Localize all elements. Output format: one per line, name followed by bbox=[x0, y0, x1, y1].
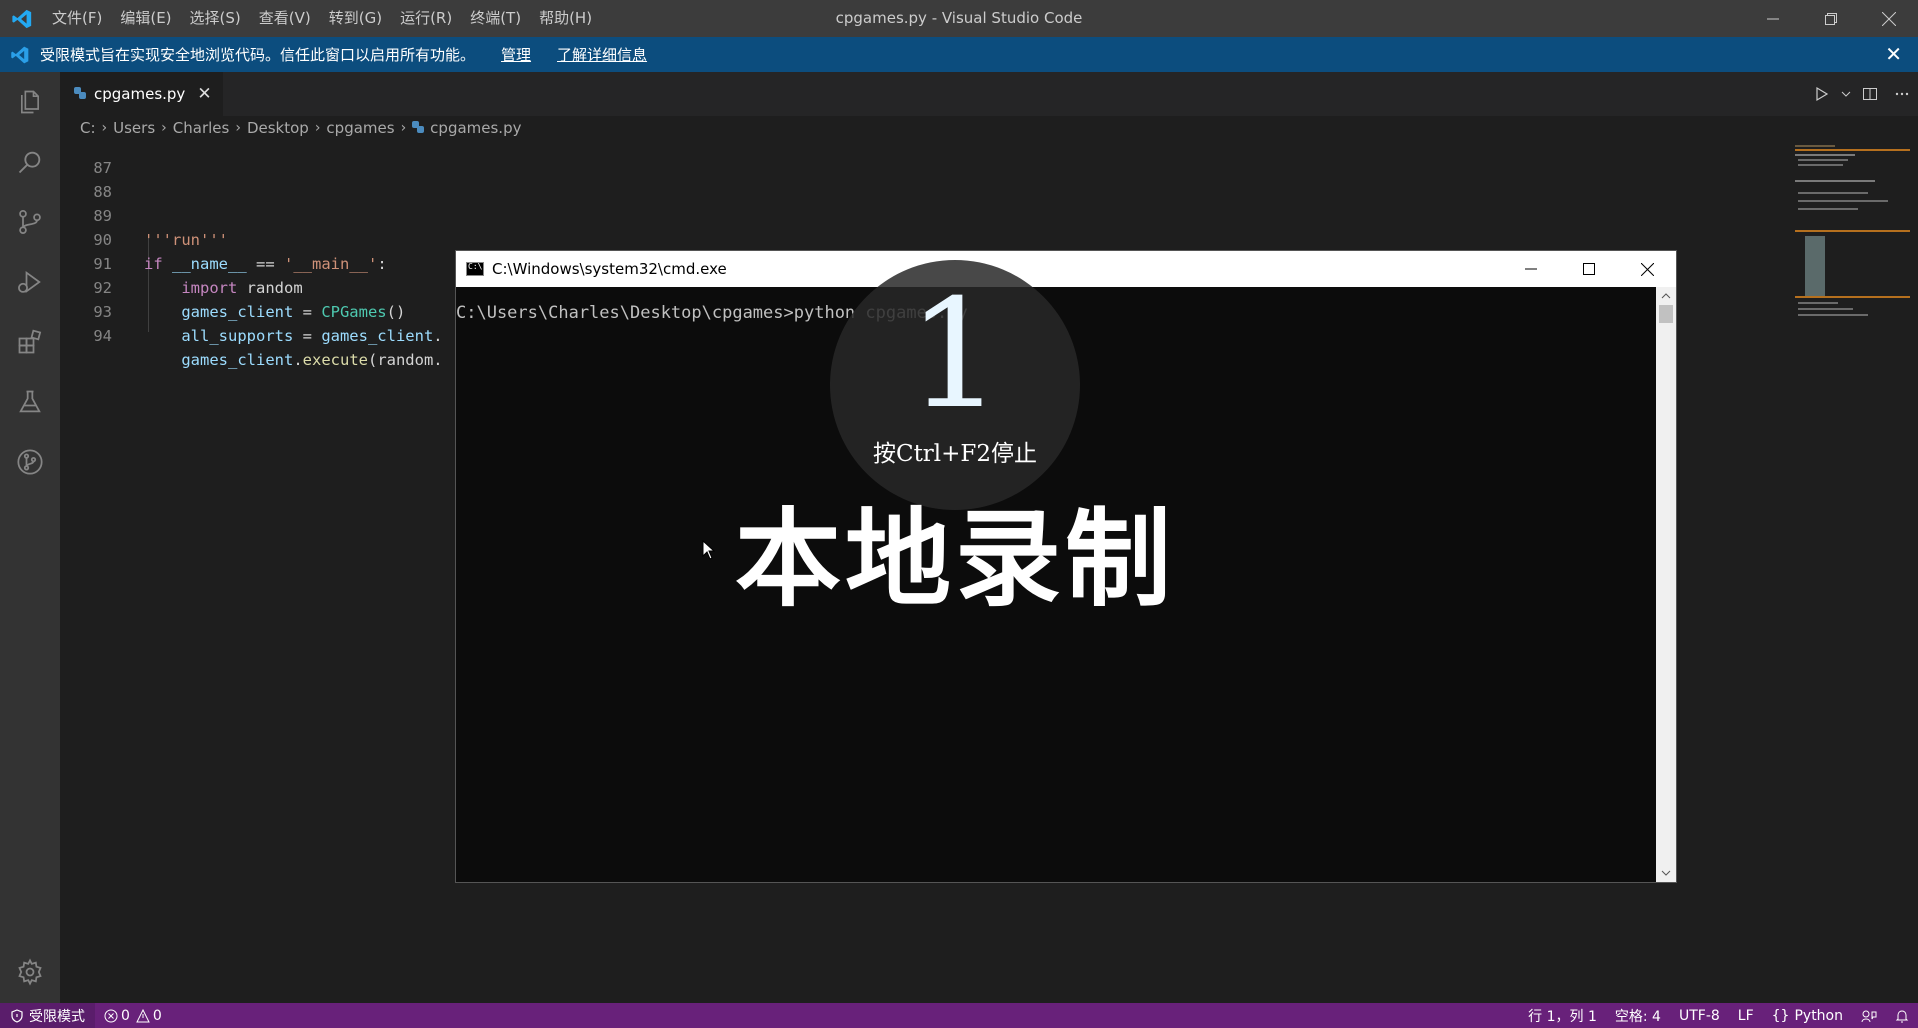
editor-actions bbox=[1806, 72, 1918, 116]
cmd-window-controls bbox=[1502, 251, 1676, 287]
tab-cpgames[interactable]: cpgames.py ✕ bbox=[60, 72, 223, 116]
code-line: 88 bbox=[60, 156, 1760, 201]
minimap-line bbox=[1795, 296, 1910, 298]
menu-terminal[interactable]: 终端(T) bbox=[461, 0, 530, 37]
run-dropdown-chevron-icon[interactable] bbox=[1838, 72, 1854, 116]
activity-bar bbox=[0, 72, 60, 1003]
code-text: games_client.execute(random. bbox=[181, 351, 443, 369]
split-editor-icon[interactable] bbox=[1854, 72, 1886, 116]
language-mode[interactable]: {} Python bbox=[1763, 1003, 1852, 1028]
encoding-status[interactable]: UTF-8 bbox=[1670, 1003, 1729, 1028]
source-control-icon[interactable] bbox=[0, 192, 60, 252]
minimap-block bbox=[1805, 236, 1825, 296]
code-text: all_supports = games_client. bbox=[181, 327, 443, 345]
tab-label: cpgames.py bbox=[94, 85, 186, 103]
cmd-title: C:\Windows\system32\cmd.exe bbox=[492, 260, 727, 278]
cmd-scroll-thumb[interactable] bbox=[1659, 305, 1673, 323]
shield-icon bbox=[11, 1008, 23, 1023]
cursor-position[interactable]: 行 1，列 1 bbox=[1519, 1003, 1606, 1028]
minimap-line bbox=[1798, 208, 1858, 210]
scroll-up-arrow-icon[interactable] bbox=[1656, 289, 1676, 303]
line-number: 94 bbox=[93, 327, 112, 345]
minimap-line bbox=[1798, 200, 1888, 202]
menu-view[interactable]: 查看(V) bbox=[250, 0, 320, 37]
python-file-icon bbox=[74, 85, 86, 103]
eol-status[interactable]: LF bbox=[1729, 1003, 1763, 1028]
minimap-line bbox=[1798, 159, 1848, 161]
code-line: 87 bbox=[60, 132, 1760, 177]
code-line: 89 '''run''' bbox=[60, 180, 1760, 249]
notifications-bell-icon[interactable] bbox=[1886, 1003, 1918, 1028]
local-recording-label: 本地录制 bbox=[735, 498, 1175, 621]
restore-button[interactable] bbox=[1802, 0, 1860, 37]
menu-selection[interactable]: 选择(S) bbox=[181, 0, 250, 37]
banner-close-icon[interactable]: ✕ bbox=[1885, 37, 1902, 72]
tab-close-icon[interactable]: ✕ bbox=[197, 84, 211, 104]
feedback-icon[interactable] bbox=[1852, 1003, 1886, 1028]
cmd-close-button[interactable] bbox=[1618, 251, 1676, 287]
cmd-minimize-button[interactable] bbox=[1502, 251, 1560, 287]
testing-icon[interactable] bbox=[0, 372, 60, 432]
settings-gear-icon[interactable] bbox=[0, 942, 60, 1002]
error-count: 0 bbox=[121, 1007, 130, 1024]
run-python-file-icon[interactable] bbox=[1806, 72, 1838, 116]
warning-icon bbox=[136, 1008, 150, 1022]
code-line: 91 import random bbox=[60, 228, 1760, 297]
git-graph-icon[interactable] bbox=[0, 432, 60, 492]
menu-go[interactable]: 转到(G) bbox=[320, 0, 391, 37]
indentation-status[interactable]: 空格: 4 bbox=[1606, 1003, 1670, 1028]
status-bar: 受限模式 0 0 行 1，列 1 空格: 4 UTF-8 LF {} Pytho… bbox=[0, 1003, 1918, 1028]
close-window-button[interactable] bbox=[1860, 0, 1918, 37]
minimap-line bbox=[1795, 230, 1910, 232]
search-icon[interactable] bbox=[0, 132, 60, 192]
menu-edit[interactable]: 编辑(E) bbox=[111, 0, 180, 37]
problems-status[interactable]: 0 0 bbox=[95, 1003, 171, 1028]
stop-hint: 按Ctrl+F2停止 bbox=[872, 441, 1038, 467]
code-line: 90 if __name__ == '__main__': bbox=[60, 204, 1760, 273]
mouse-cursor-icon bbox=[702, 539, 716, 564]
menu-file[interactable]: 文件(F) bbox=[44, 0, 111, 37]
cmd-app-icon bbox=[466, 262, 484, 276]
minimap[interactable] bbox=[1790, 140, 1918, 1003]
braces-icon: {} bbox=[1771, 1007, 1790, 1024]
menu-run[interactable]: 运行(R) bbox=[391, 0, 461, 37]
run-debug-icon[interactable] bbox=[0, 252, 60, 312]
warning-count: 0 bbox=[152, 1007, 162, 1024]
minimap-line bbox=[1798, 314, 1868, 316]
language-label: Python bbox=[1794, 1007, 1843, 1024]
cmd-scrollbar[interactable] bbox=[1656, 287, 1676, 882]
menu-help[interactable]: 帮助(H) bbox=[530, 0, 601, 37]
restricted-mode-banner: 受限模式旨在实现安全地浏览代码。信任此窗口以启用所有功能。 管理 了解详细信息 … bbox=[0, 37, 1918, 72]
minimap-line bbox=[1795, 154, 1855, 156]
vscode-logo-icon bbox=[0, 0, 44, 37]
minimap-line bbox=[1798, 308, 1853, 310]
minimap-line bbox=[1798, 302, 1838, 304]
restricted-mode-status[interactable]: 受限模式 bbox=[0, 1003, 95, 1028]
minimize-button[interactable] bbox=[1744, 0, 1802, 37]
restricted-label: 受限模式 bbox=[29, 1008, 85, 1025]
banner-manage-link[interactable]: 管理 bbox=[501, 44, 531, 65]
menu-bar: 文件(F) 编辑(E) 选择(S) 查看(V) 转到(G) 运行(R) 终端(T… bbox=[44, 0, 601, 37]
minimap-line bbox=[1795, 145, 1835, 147]
more-actions-icon[interactable] bbox=[1886, 72, 1918, 116]
countdown-number: 1 bbox=[907, 268, 1003, 442]
tabs-bar: cpgames.py ✕ bbox=[60, 72, 1918, 116]
title-bar: 文件(F) 编辑(E) 选择(S) 查看(V) 转到(G) 运行(R) 终端(T… bbox=[0, 0, 1918, 37]
error-icon bbox=[104, 1009, 118, 1022]
window-controls bbox=[1744, 0, 1918, 37]
scroll-down-arrow-icon[interactable] bbox=[1656, 866, 1676, 880]
minimap-line bbox=[1798, 164, 1843, 166]
cmd-maximize-button[interactable] bbox=[1560, 251, 1618, 287]
extensions-icon[interactable] bbox=[0, 312, 60, 372]
minimap-line bbox=[1795, 180, 1875, 182]
minimap-line bbox=[1795, 149, 1910, 151]
vscode-banner-icon bbox=[0, 45, 40, 65]
minimap-line bbox=[1798, 192, 1868, 194]
banner-learn-more-link[interactable]: 了解详细信息 bbox=[557, 44, 647, 65]
explorer-icon[interactable] bbox=[0, 72, 60, 132]
banner-message: 受限模式旨在实现安全地浏览代码。信任此窗口以启用所有功能。 bbox=[40, 46, 476, 64]
